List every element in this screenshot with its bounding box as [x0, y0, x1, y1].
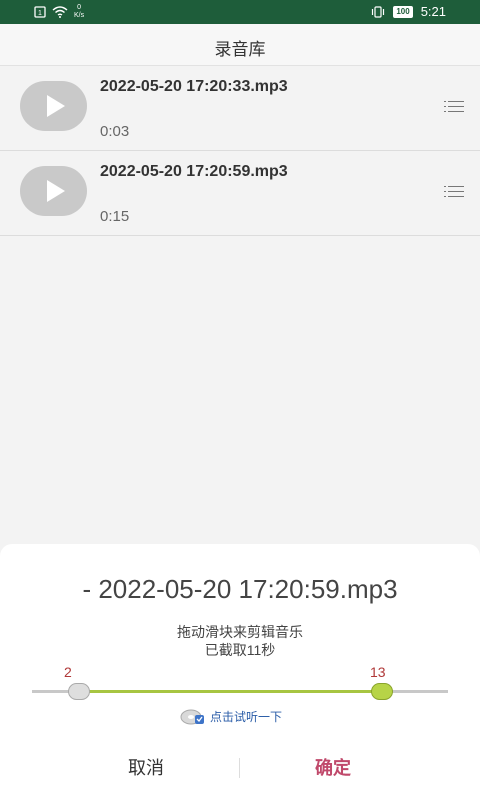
status-bar-left: 1 0 K/s — [34, 4, 84, 20]
network-speed-unit: K/s — [74, 12, 85, 19]
svg-text:1: 1 — [38, 10, 42, 17]
recording-list: 2022-05-20 17:20:33.mp3 0:03 2022-05-20 … — [0, 66, 480, 236]
trim-hint: 拖动滑块来剪辑音乐 — [177, 624, 303, 640]
trim-file-title: - 2022-05-20 17:20:59.mp3 — [82, 574, 398, 604]
cancel-button[interactable]: 取消 — [96, 754, 196, 780]
play-icon — [47, 95, 65, 117]
trim-end-handle[interactable] — [371, 683, 393, 700]
confirm-button[interactable]: 确定 — [283, 754, 383, 780]
range-end-label: 13 — [370, 664, 386, 680]
recording-file-name: 2022-05-20 17:20:33.mp3 — [100, 78, 288, 95]
cut-status: 已截取11秒 — [204, 642, 276, 658]
trim-bottom-sheet: - 2022-05-20 17:20:59.mp3 拖动滑块来剪辑音乐 已截取1… — [0, 544, 480, 800]
preview-label: 点击试听一下 — [210, 709, 283, 724]
range-start-label: 2 — [64, 664, 72, 680]
vibrate-icon — [372, 5, 385, 18]
play-button[interactable] — [20, 166, 87, 216]
app-bar: 录音库 — [0, 24, 480, 66]
status-time: 5:21 — [420, 4, 446, 19]
wifi-icon — [52, 6, 68, 18]
button-divider — [239, 758, 240, 778]
recording-duration: 0:03 — [100, 123, 130, 140]
listen-preview-icon — [180, 709, 204, 725]
recording-item[interactable]: 2022-05-20 17:20:59.mp3 0:15 — [0, 151, 480, 236]
network-speed-value: 0 — [77, 4, 82, 11]
recording-duration: 0:15 — [100, 208, 130, 225]
play-icon — [47, 180, 65, 202]
status-bar: 1 0 K/s 100 5:21 — [0, 0, 480, 24]
recording-file-name: 2022-05-20 17:20:59.mp3 — [100, 163, 288, 180]
play-button[interactable] — [20, 81, 87, 131]
trim-start-handle[interactable] — [68, 683, 90, 700]
more-options-icon[interactable] — [444, 100, 464, 114]
status-bar-right: 100 5:21 — [371, 4, 446, 19]
network-speed: 0 K/s — [74, 4, 84, 20]
battery-icon: 100 — [393, 5, 413, 18]
notification-icon: 1 — [34, 6, 46, 18]
more-options-icon[interactable] — [444, 185, 464, 199]
page-title: 录音库 — [214, 40, 266, 59]
recording-item[interactable]: 2022-05-20 17:20:33.mp3 0:03 — [0, 66, 480, 151]
preview-button[interactable]: 点击试听一下 — [180, 707, 282, 725]
trim-slider-selected-range — [79, 690, 382, 693]
